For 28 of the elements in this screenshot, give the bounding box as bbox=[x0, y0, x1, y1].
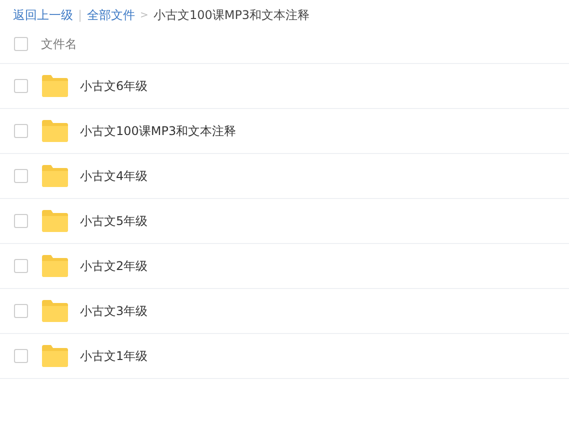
folder-name[interactable]: 小古文3年级 bbox=[80, 302, 148, 320]
folder-icon bbox=[42, 255, 68, 277]
separator: | bbox=[78, 8, 82, 22]
folder-icon bbox=[42, 75, 68, 97]
folder-icon bbox=[42, 300, 68, 322]
column-header: 文件名 bbox=[41, 36, 77, 52]
folder-icon bbox=[42, 345, 68, 367]
folder-icon bbox=[42, 210, 68, 232]
checkbox[interactable] bbox=[14, 259, 28, 273]
folder-icon bbox=[42, 120, 68, 142]
folder-name[interactable]: 小古文5年级 bbox=[80, 212, 148, 230]
checkbox[interactable] bbox=[14, 169, 28, 183]
folder-name[interactable]: 小古文2年级 bbox=[80, 258, 148, 274]
current-folder: 小古文100课MP3和文本注释 bbox=[153, 6, 310, 24]
folder-name[interactable]: 小古文4年级 bbox=[80, 168, 148, 184]
breadcrumb-arrow: > bbox=[140, 10, 148, 20]
checkbox[interactable] bbox=[14, 349, 28, 363]
folder-name[interactable]: 小古文6年级 bbox=[80, 78, 148, 94]
select-all-checkbox[interactable] bbox=[14, 37, 28, 51]
checkbox[interactable] bbox=[14, 304, 28, 318]
checkbox[interactable] bbox=[14, 79, 28, 93]
back-link[interactable]: 返回上一级 bbox=[13, 6, 73, 24]
checkbox[interactable] bbox=[14, 214, 28, 228]
folder-icon bbox=[42, 165, 68, 187]
checkbox[interactable] bbox=[14, 124, 28, 138]
folder-name[interactable]: 小古文100课MP3和文本注释 bbox=[80, 122, 236, 140]
folder-name[interactable]: 小古文1年级 bbox=[80, 348, 148, 364]
all-files-link[interactable]: 全部文件 bbox=[87, 6, 136, 24]
